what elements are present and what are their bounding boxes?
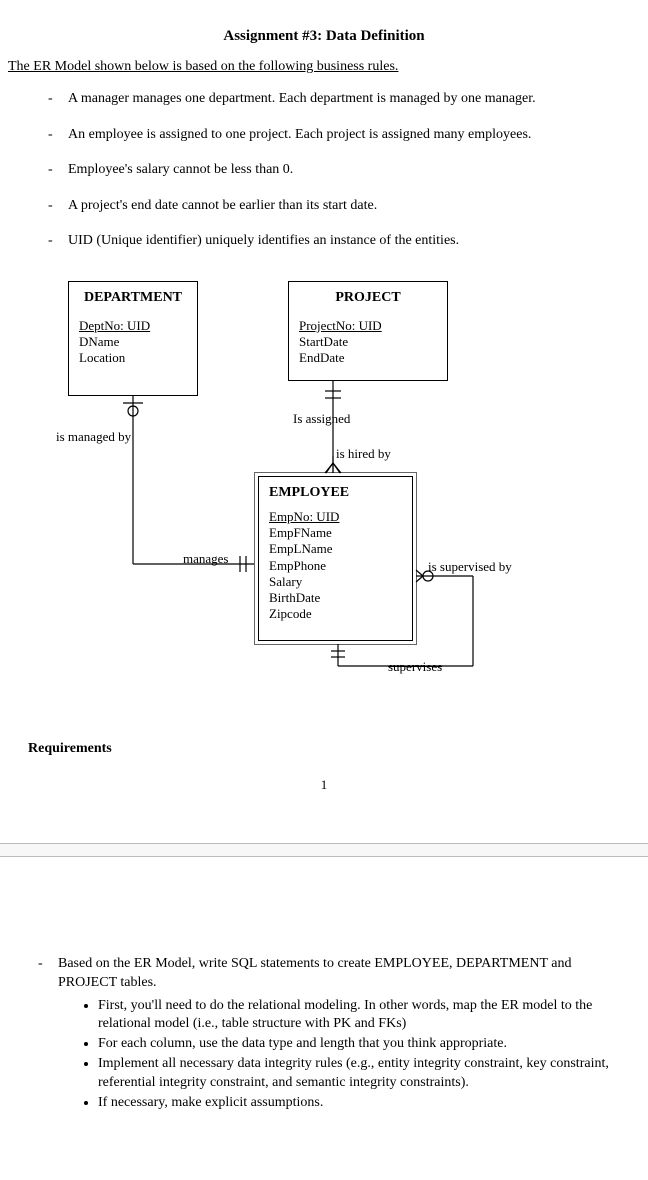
entity-name: PROJECT (299, 290, 437, 306)
rel-label: is supervised by (428, 559, 512, 575)
entity-uid: ProjectNo: UID (299, 318, 437, 334)
entity-attr: Salary (269, 574, 402, 590)
page-number: 1 (8, 777, 640, 793)
requirement-subitem: If necessary, make explicit assumptions. (98, 1094, 620, 1112)
entity-employee: EMPLOYEE EmpNo: UID EmpFName EmpLName Em… (258, 476, 413, 641)
entity-name: DEPARTMENT (79, 290, 187, 306)
rule-item: A manager manages one department. Each d… (48, 89, 640, 109)
requirement-sublist: First, you'll need to do the relational … (58, 997, 620, 1112)
rel-label: Is assigned (293, 411, 350, 427)
entity-project: PROJECT ProjectNo: UID StartDate EndDate (288, 281, 448, 381)
rel-label: is hired by (336, 446, 391, 462)
er-diagram: DEPARTMENT DeptNo: UID DName Location PR… (28, 281, 648, 711)
page-break (0, 843, 648, 857)
entity-attr: Zipcode (269, 606, 402, 622)
entity-attr: DName (79, 334, 187, 350)
entity-attr: EmpPhone (269, 558, 402, 574)
entity-attr: StartDate (299, 334, 437, 350)
entity-attr: BirthDate (269, 590, 402, 606)
requirement-item: Based on the ER Model, write SQL stateme… (38, 955, 620, 1112)
entity-attr: EmpFName (269, 525, 402, 541)
entity-attr: EndDate (299, 350, 437, 366)
rel-label: supervises (388, 659, 442, 675)
page-title: Assignment #3: Data Definition (8, 28, 640, 45)
entity-department: DEPARTMENT DeptNo: UID DName Location (68, 281, 198, 396)
requirement-subitem: Implement all necessary data integrity r… (98, 1055, 620, 1091)
rule-item: An employee is assigned to one project. … (48, 125, 640, 145)
entity-name: EMPLOYEE (269, 485, 402, 501)
requirements-list: Based on the ER Model, write SQL stateme… (8, 955, 640, 1112)
rel-label: is managed by (56, 429, 131, 445)
business-rules-list: A manager manages one department. Each d… (8, 89, 640, 251)
requirement-subitem: First, you'll need to do the relational … (98, 997, 620, 1033)
intro-text: The ER Model shown below is based on the… (8, 59, 640, 75)
entity-attr: EmpLName (269, 541, 402, 557)
rule-item: Employee's salary cannot be less than 0. (48, 160, 640, 180)
rule-item: UID (Unique identifier) uniquely identif… (48, 231, 640, 251)
rule-item: A project's end date cannot be earlier t… (48, 196, 640, 216)
entity-uid: EmpNo: UID (269, 509, 402, 525)
requirement-text: Based on the ER Model, write SQL stateme… (58, 956, 571, 990)
entity-uid: DeptNo: UID (79, 318, 187, 334)
entity-attr: Location (79, 350, 187, 366)
rel-label: manages (183, 551, 228, 567)
requirements-heading: Requirements (28, 741, 640, 757)
requirement-subitem: For each column, use the data type and l… (98, 1035, 620, 1053)
